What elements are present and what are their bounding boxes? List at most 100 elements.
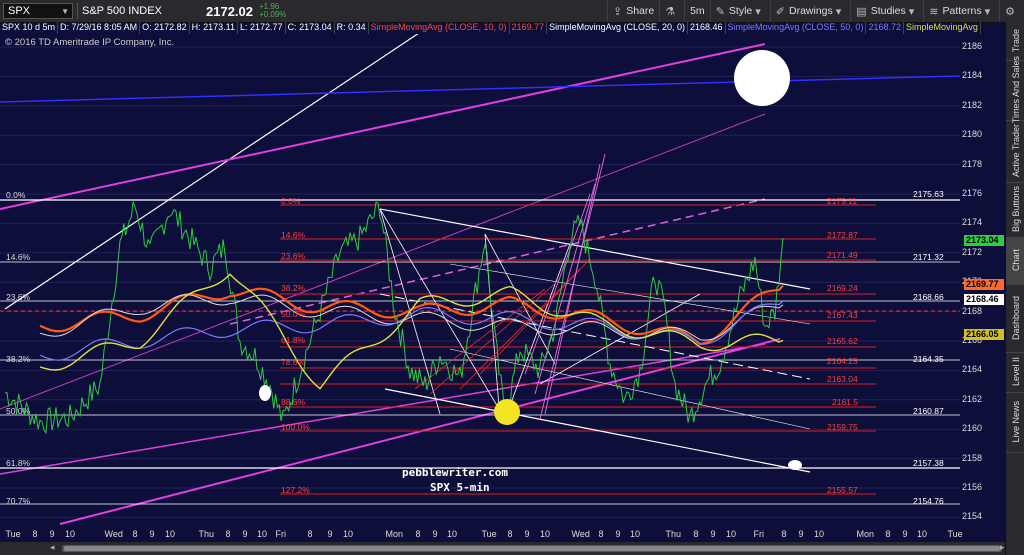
fib-mid-label: 14.6% [281,230,306,240]
sidebar-tab-chart[interactable]: Chart [1006,237,1024,285]
studies-label: Studies [870,5,906,17]
sidebar-tab-label: Live News [1010,401,1021,443]
time-tick: 8 [415,529,421,539]
level-value: 2171.32 [913,252,944,262]
sidebar-tab-live-news[interactable]: Live News [1006,392,1024,453]
patterns-button[interactable]: ≋ Patterns ▾ [923,0,999,22]
time-tick: 10 [917,529,928,539]
fib-mid-label: 61.8% [281,335,306,345]
trendline-drawings [0,34,960,525]
info-open: O: 2172.82 [140,22,190,34]
price-tick: 2160 [962,423,983,434]
level-value: 2164.35 [913,354,944,364]
studies-lab-button[interactable]: ⚗ [659,0,684,22]
fib-red-value: 2159.75 [827,422,858,432]
scroll-right-arrow-icon[interactable]: ▸ [1000,542,1005,553]
pencil-icon: ✐ [775,5,785,18]
info-low: L: 2172.77 [238,22,286,34]
fib-mid-label: 88.6% [281,397,306,407]
time-tick: Mon [385,529,404,539]
level-value: 2154.76 [913,496,944,506]
time-tick: Tue [5,529,21,539]
price-tick: 2176 [962,188,983,198]
sidebar-tab-label: Times And Sales [1010,56,1021,124]
info-label: SPX 10 d 5m [0,22,59,34]
level-value: 2168.66 [913,292,944,302]
sidebar-tab-times-and-sales[interactable]: Times And Sales [1006,56,1024,124]
right-sidebar: Trade Times And Sales Active Trader Big But… [1005,22,1024,555]
index-name: S&P 500 INDEX [82,5,162,17]
price-change: +1.96 +0.09% [259,3,303,19]
flask-icon: ⚗ [665,5,676,18]
horizontal-scrollbar[interactable] [62,545,1002,552]
fib-red-value: 2167.43 [827,310,858,320]
time-tick: 8 [885,529,891,539]
time-tick: 9 [49,529,55,539]
sma20-label: SimpleMovingAvg (CLOSE, 20, 0) [547,22,688,34]
time-tick: Wed [571,529,590,539]
price-tick: 2186 [962,41,983,51]
sidebar-tab-label: Active Trader [1010,124,1021,178]
time-tick: 8 [307,529,313,539]
price-label: 2169.77 [964,279,1004,290]
sidebar-tab-active-trader[interactable]: Active Trader [1006,120,1024,183]
fib-mid-label: 50.0% [281,309,306,319]
price-label: 2166.05 [964,329,1004,340]
price-tick: 2178 [962,158,983,169]
time-tick: 9 [327,529,333,539]
scroll-thumb[interactable] [64,546,1000,551]
fib-red-value: 2171.49 [827,250,858,260]
sidebar-tab-label: Level II [1010,357,1021,387]
timeframe-button[interactable]: 5m [684,0,710,22]
studies-button[interactable]: ▤ Studies ▾ [850,0,923,22]
fib-red-value: 2163.04 [827,374,858,384]
time-tick: 10 [540,529,551,539]
scroll-left-arrow-icon[interactable]: ◂ [50,542,55,553]
symbol-selector[interactable]: SPX ▼ [3,3,73,19]
settings-button[interactable]: ⚙ [999,0,1024,22]
sidebar-tab-big-buttons[interactable]: Big Buttons [1006,182,1024,238]
fib-left-label: 61.8% [6,458,31,468]
price-tick: 2164 [962,364,983,375]
last-price: 2172.02 [206,3,253,19]
gear-icon: ⚙ [1005,5,1015,18]
sidebar-tab-dashboard[interactable]: Dashboard [1006,284,1024,353]
divider [77,3,78,19]
price-tick: 2162 [962,393,983,404]
style-button[interactable]: ✎ Style ▾ [709,0,770,22]
fib-left-label: 23.6% [6,292,31,302]
fib-red-value: 2169.24 [827,283,858,293]
fib-mid-label: 78.6% [281,357,306,367]
fib-left-label: 50.0% [6,406,31,416]
fib-mid-label: 38.2% [281,283,306,293]
sidebar-tab-label: Big Buttons [1010,186,1021,233]
white-dot-marker [788,460,802,470]
share-button[interactable]: ⇪ Share [606,0,659,22]
studies-icon: ▤ [856,5,867,18]
time-tick: 8 [132,529,138,539]
fib-red-value: 2155.57 [827,485,858,495]
symbol-text: SPX [8,5,31,17]
time-tick: 9 [524,529,530,539]
watermark-caption: SPX 5-min [430,481,490,494]
fib-red-value: 2172.87 [827,230,858,240]
wrench-icon: ✎ [715,5,725,18]
time-tick: Tue [481,529,497,539]
chevron-down-icon: ▾ [984,5,991,18]
fib-red-value: 2164.25 [827,356,858,366]
time-tick: 10 [814,529,825,539]
share-icon: ⇪ [612,5,623,18]
copyright-text: © 2016 TD Ameritrade IP Company, Inc. [5,37,175,48]
sma50-value: 2168.72 [866,22,904,34]
info-high: H: 2173.11 [190,22,239,34]
price-tick: 2154 [962,511,983,522]
chevron-down-icon: ▾ [835,5,842,18]
sidebar-tab-level-ii[interactable]: Level II [1006,352,1024,393]
time-tick: 9 [432,529,438,539]
time-tick: 8 [693,529,699,539]
sma20-value: 2168.46 [688,22,726,34]
timeframe-label: 5m [690,5,705,17]
time-tick: Thu [665,529,682,539]
drawings-button[interactable]: ✐ Drawings ▾ [769,0,851,22]
chevron-down-icon: ▾ [908,5,915,18]
